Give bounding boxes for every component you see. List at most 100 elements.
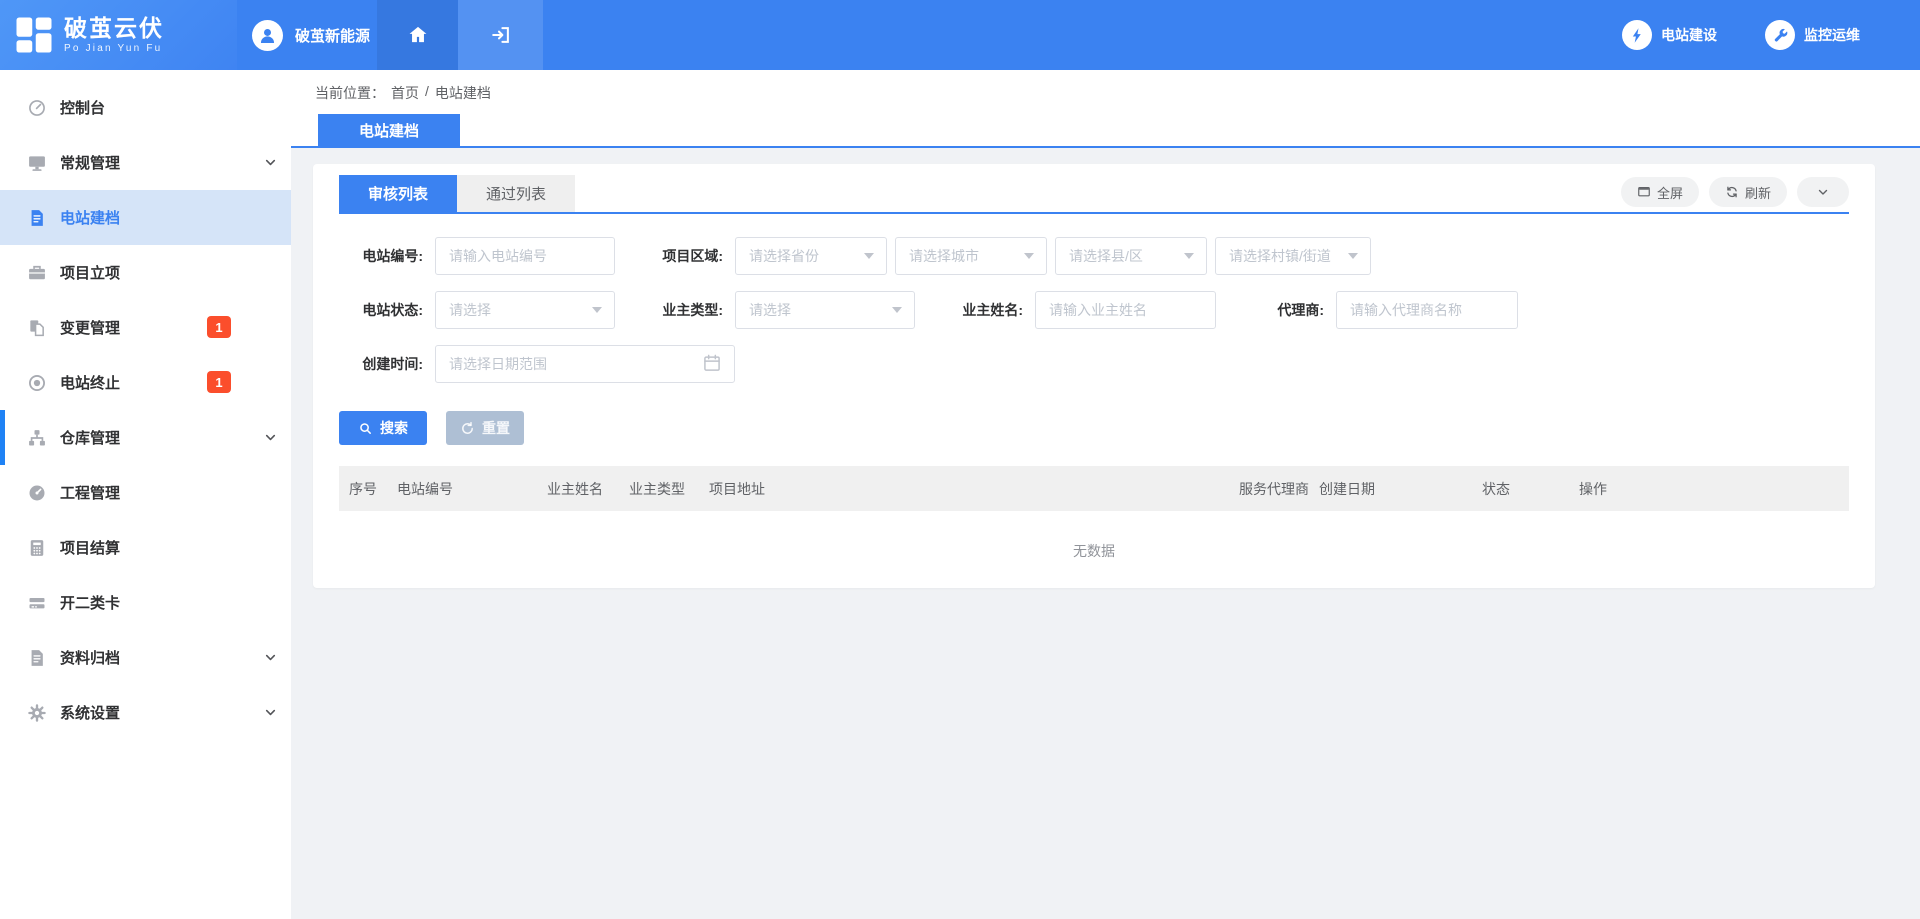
filter-form: 电站编号: 项目区域: 请选择省份 bbox=[339, 214, 1849, 445]
user-account[interactable]: 破茧新能源 bbox=[237, 0, 377, 70]
station-status-select[interactable]: 请选择 bbox=[435, 291, 615, 329]
copy-icon bbox=[27, 318, 47, 338]
chevron-down-icon bbox=[264, 156, 277, 169]
sidebar-item-general-management[interactable]: 常规管理 bbox=[0, 135, 291, 190]
sidebar-item-warehouse-management[interactable]: 仓库管理 bbox=[0, 410, 291, 465]
region-select-group: 请选择省份 请选择城市 请选择县/区 bbox=[735, 237, 1371, 275]
sidebar-item-station-filing[interactable]: 电站建档 bbox=[0, 190, 291, 245]
status-badge: 1 bbox=[207, 316, 231, 338]
sidebar-item-project-initiation[interactable]: 项目立项 bbox=[0, 245, 291, 300]
results-table: 序号 电站编号 业主姓名 业主类型 项目地址 服务代理商 创建日期 状态 操作 bbox=[339, 466, 1849, 591]
sidebar-item-data-archive[interactable]: 资料归档 bbox=[0, 630, 291, 685]
owner-name-input[interactable] bbox=[1035, 291, 1216, 329]
search-button[interactable]: 搜索 bbox=[339, 411, 427, 445]
col-create-date: 创建日期 bbox=[1309, 466, 1472, 511]
col-owner-type: 业主类型 bbox=[619, 466, 699, 511]
date-range-input[interactable] bbox=[435, 345, 735, 383]
sidebar-item-system-settings[interactable]: 系统设置 bbox=[0, 685, 291, 740]
calculator-icon bbox=[27, 538, 47, 558]
filter-region: 项目区域: 请选择省份 请选择城市 bbox=[639, 237, 1371, 275]
brand-name: 破茧云伏 bbox=[64, 16, 164, 41]
calendar-icon bbox=[702, 353, 722, 373]
lightning-icon bbox=[1622, 20, 1652, 50]
sidebar-item-project-settlement[interactable]: 项目结算 bbox=[0, 520, 291, 575]
refresh-button[interactable]: 刷新 bbox=[1709, 177, 1787, 207]
col-actions: 操作 bbox=[1569, 466, 1849, 511]
col-service-agent: 服务代理商 bbox=[1229, 466, 1309, 511]
logout-icon bbox=[490, 24, 512, 46]
breadcrumb-prefix: 当前位置： bbox=[315, 83, 385, 103]
filter-row-1: 电站编号: 项目区域: 请选择省份 bbox=[339, 237, 1849, 275]
breadcrumb-item-current: 电站建档 bbox=[435, 83, 491, 103]
monitor-icon bbox=[27, 153, 47, 173]
date-range-picker[interactable] bbox=[435, 345, 735, 383]
station-no-input[interactable] bbox=[435, 237, 615, 275]
filter-owner-name: 业主姓名: bbox=[939, 291, 1216, 329]
sidebar-item-change-management[interactable]: 变更管理 1 bbox=[0, 300, 291, 355]
col-station-no: 电站编号 bbox=[387, 466, 537, 511]
owner-type-select[interactable]: 请选择 bbox=[735, 291, 915, 329]
breadcrumb: 当前位置： 首页 / 电站建档 bbox=[315, 83, 1920, 103]
sidebar-item-engineering-management[interactable]: 工程管理 bbox=[0, 465, 291, 520]
panel-tabs: 审核列表 通过列表 bbox=[339, 175, 575, 212]
fullscreen-button[interactable]: 全屏 bbox=[1621, 177, 1699, 207]
user-avatar bbox=[252, 20, 283, 51]
col-index: 序号 bbox=[339, 466, 387, 511]
empty-state-text: 无数据 bbox=[339, 511, 1849, 591]
filter-owner-type: 业主类型: 请选择 bbox=[639, 291, 915, 329]
mode-monitoring-ops[interactable]: 监控运维 bbox=[1765, 20, 1860, 50]
fullscreen-icon bbox=[1637, 185, 1651, 199]
sidebar-item-console[interactable]: 控制台 bbox=[0, 80, 291, 135]
document-icon bbox=[27, 208, 47, 228]
caret-down-icon bbox=[592, 307, 602, 313]
breadcrumb-item-home[interactable]: 首页 bbox=[391, 83, 419, 103]
caret-down-icon bbox=[1024, 253, 1034, 259]
content-background: 审核列表 通过列表 全屏 刷新 bbox=[291, 148, 1920, 919]
mode-switcher: 电站建设 监控运维 bbox=[1622, 0, 1920, 70]
sidebar-item-station-termination[interactable]: 电站终止 1 bbox=[0, 355, 291, 410]
breadcrumb-band: 当前位置： 首页 / 电站建档 电站建档 bbox=[291, 70, 1920, 148]
status-badge: 1 bbox=[207, 371, 231, 393]
target-icon bbox=[27, 373, 47, 393]
panel-header: 审核列表 通过列表 全屏 刷新 bbox=[339, 164, 1849, 214]
user-icon bbox=[257, 25, 278, 46]
solar-panel-icon bbox=[13, 14, 55, 56]
col-owner-name: 业主姓名 bbox=[537, 466, 619, 511]
wrench-icon bbox=[1765, 20, 1795, 50]
filter-actions: 搜索 重置 bbox=[339, 411, 1849, 445]
chevron-down-icon bbox=[264, 706, 277, 719]
province-select[interactable]: 请选择省份 bbox=[735, 237, 887, 275]
home-button[interactable] bbox=[377, 0, 458, 70]
logout-button[interactable] bbox=[458, 0, 543, 70]
tab-passed-list[interactable]: 通过列表 bbox=[457, 175, 575, 212]
brand-subtitle: Po Jian Yun Fu bbox=[64, 43, 164, 54]
tab-review-list[interactable]: 审核列表 bbox=[339, 175, 457, 212]
collapse-button[interactable] bbox=[1797, 177, 1849, 207]
town-select[interactable]: 请选择村镇/街道 bbox=[1215, 237, 1371, 275]
county-select[interactable]: 请选择县/区 bbox=[1055, 237, 1207, 275]
briefcase-icon bbox=[27, 263, 47, 283]
reset-button[interactable]: 重置 bbox=[446, 411, 524, 445]
agent-input[interactable] bbox=[1336, 291, 1518, 329]
filter-station-status: 电站状态: 请选择 bbox=[339, 291, 615, 329]
gauge-icon bbox=[27, 483, 47, 503]
mode-station-construction[interactable]: 电站建设 bbox=[1622, 20, 1717, 50]
filter-create-time: 创建时间: bbox=[339, 345, 735, 383]
filter-row-2: 电站状态: 请选择 业主类型: 请选择 bbox=[339, 291, 1849, 329]
sitemap-icon bbox=[27, 428, 47, 448]
sidebar: 控制台 常规管理 电站建档 项 bbox=[0, 70, 291, 919]
chevron-down-icon bbox=[264, 431, 277, 444]
sidebar-item-open-type2-card[interactable]: 开二类卡 bbox=[0, 575, 291, 630]
brand-logo: 破茧云伏 Po Jian Yun Fu bbox=[0, 0, 237, 70]
table-header-row: 序号 电站编号 业主姓名 业主类型 项目地址 服务代理商 创建日期 状态 操作 bbox=[339, 466, 1849, 511]
chevron-down-icon bbox=[1816, 185, 1830, 199]
dashboard-icon bbox=[27, 98, 47, 118]
city-select[interactable]: 请选择城市 bbox=[895, 237, 1047, 275]
page-tab-station-filing[interactable]: 电站建档 bbox=[318, 114, 460, 147]
caret-down-icon bbox=[1348, 253, 1358, 259]
caret-down-icon bbox=[1184, 253, 1194, 259]
card-icon bbox=[27, 593, 47, 613]
filter-station-no: 电站编号: bbox=[339, 237, 615, 275]
panel-tools: 全屏 刷新 bbox=[1621, 177, 1849, 207]
app-window: 破茧云伏 Po Jian Yun Fu 破茧新能源 bbox=[0, 0, 1920, 919]
